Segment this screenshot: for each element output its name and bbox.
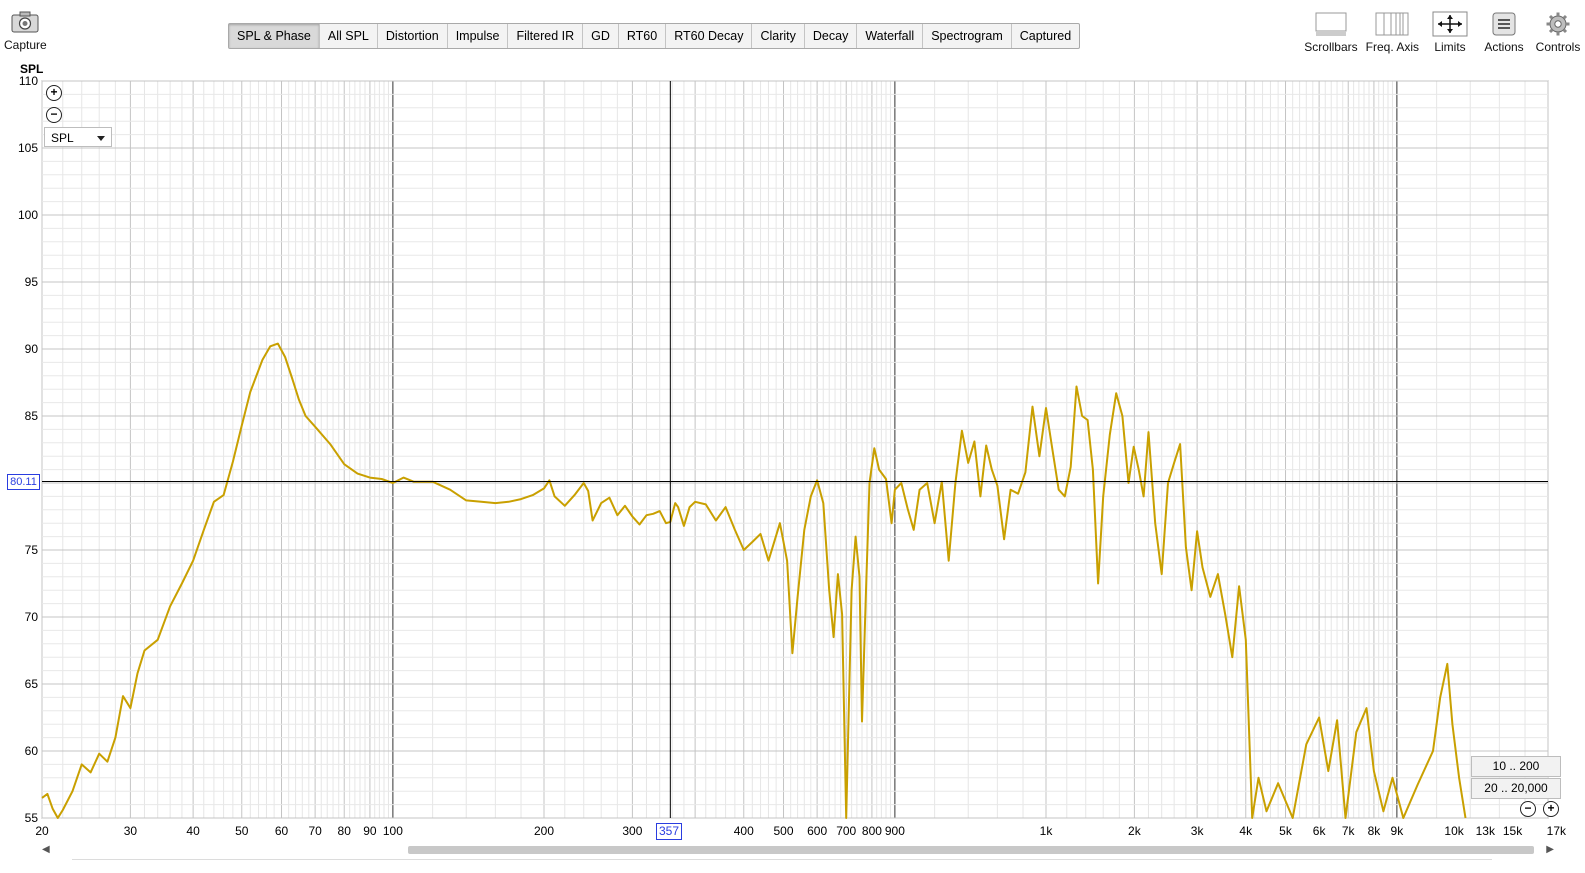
cursor-x-readout: 357 <box>656 823 682 840</box>
y-tick-label: 95 <box>25 275 39 289</box>
y-tick-label: 70 <box>25 610 39 624</box>
x-tick-label: 200 <box>534 824 554 838</box>
plot-area <box>41 80 1549 819</box>
x-tick-label: 4k <box>1239 824 1253 838</box>
zoom-out-x-button[interactable]: − <box>1520 801 1536 817</box>
scroll-right-icon[interactable]: ▶ <box>1546 844 1554 855</box>
y-tick-labels: 110105100959085807570656055 <box>18 74 38 825</box>
status-divider <box>72 859 1492 870</box>
grid-lines <box>41 80 1549 819</box>
cursor-y-readout: 80.11 <box>7 474 40 490</box>
x-tick-label: 400 <box>734 824 754 838</box>
spl-select[interactable]: SPL <box>44 127 112 147</box>
spl-chart[interactable]: 110 105 100 95 90 85 80 75 70 65 60 55 20 30 40 50 60 70… <box>0 0 1585 873</box>
range-20-20000-button[interactable]: 20 .. 20,000 <box>1471 778 1561 799</box>
spl-select-value: SPL <box>51 131 74 145</box>
x-tick-label: 2k <box>1128 824 1142 838</box>
x-tick-label: 1k <box>1040 824 1054 838</box>
y-tick-label: 110 <box>19 74 38 88</box>
chevron-down-icon <box>97 136 105 141</box>
y-tick-label: 100 <box>18 208 38 222</box>
x-tick-label: 100 <box>383 824 403 838</box>
x-tick-label: 80 <box>338 824 352 838</box>
x-tick-label: 13k <box>1476 824 1496 838</box>
x-tick-label: 6k <box>1313 824 1327 838</box>
x-tick-label: 3k <box>1191 824 1205 838</box>
x-tick-label: 500 <box>773 824 793 838</box>
x-tick-label: 8k <box>1368 824 1382 838</box>
zoom-in-y-button[interactable]: + <box>46 85 62 101</box>
horizontal-scrollbar[interactable]: ◀ ▶ <box>42 843 1554 857</box>
range-10-200-button[interactable]: 10 .. 200 <box>1471 756 1561 777</box>
x-tick-label: 5k <box>1279 824 1293 838</box>
x-tick-label: 9k <box>1391 824 1405 838</box>
x-tick-label: 30 <box>124 824 138 838</box>
zoom-in-x-button[interactable]: + <box>1543 801 1559 817</box>
y-tick-label: 65 <box>25 677 39 691</box>
y-tick-label: 75 <box>25 543 39 557</box>
x-tick-label: 15k <box>1503 824 1523 838</box>
x-tick-label: 800 <box>862 824 882 838</box>
x-tick-label: 17k <box>1547 824 1567 838</box>
x-tick-label: 300 <box>622 824 642 838</box>
x-tick-label: 90 <box>363 824 377 838</box>
x-tick-label: 7k <box>1342 824 1356 838</box>
scroll-left-icon[interactable]: ◀ <box>42 844 50 855</box>
x-tick-label: 60 <box>275 824 289 838</box>
y-tick-label: 85 <box>25 409 39 423</box>
x-tick-label: 10k <box>1444 824 1464 838</box>
x-tick-label: 600 <box>807 824 827 838</box>
y-tick-label: 105 <box>18 141 38 155</box>
x-tick-label: 700 <box>836 824 856 838</box>
y-tick-label: 90 <box>25 342 39 356</box>
y-tick-label: 60 <box>25 744 39 758</box>
x-tick-label: 20 <box>35 824 49 838</box>
x-tick-label: 40 <box>186 824 200 838</box>
zoom-out-y-button[interactable]: − <box>46 107 62 123</box>
x-tick-label: 900 <box>885 824 905 838</box>
scrollbar-thumb[interactable] <box>408 846 1534 854</box>
x-tick-label: 50 <box>235 824 249 838</box>
y-tick-label: 55 <box>25 811 39 825</box>
x-tick-labels: 20 30 40 50 60 70 80 90 100 200 300 400 500 600 700 800… <box>35 824 1567 838</box>
x-tick-label: 70 <box>308 824 322 838</box>
